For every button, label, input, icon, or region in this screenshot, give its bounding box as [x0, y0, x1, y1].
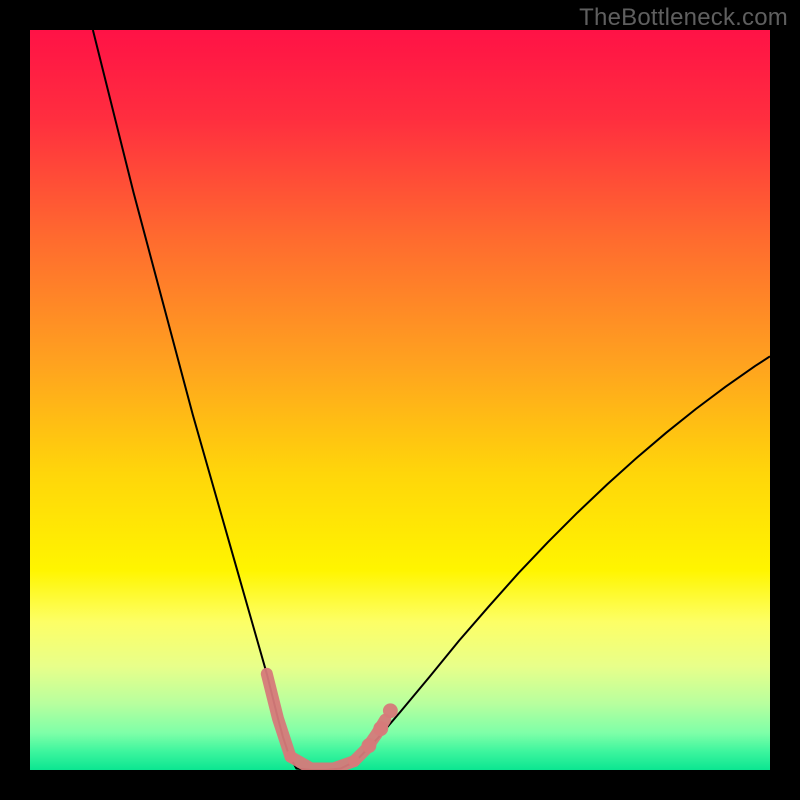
chart-svg	[30, 30, 770, 770]
gradient-background	[30, 30, 770, 770]
chart-frame: TheBottleneck.com	[0, 0, 800, 800]
highlight-dot-2	[383, 703, 398, 718]
watermark-text: TheBottleneck.com	[579, 4, 788, 32]
highlight-dot-1	[373, 721, 388, 736]
highlight-dot-0	[361, 738, 376, 753]
plot-area	[30, 30, 770, 770]
